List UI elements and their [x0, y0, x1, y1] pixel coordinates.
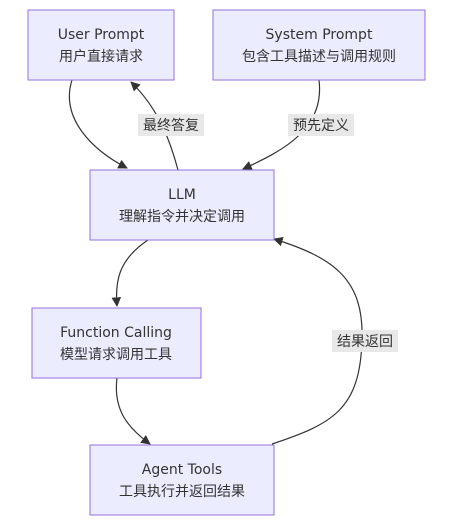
node-function-calling-title: Function Calling: [60, 325, 172, 341]
edge-user-to-llm: [68, 79, 128, 169]
edge-label-final-answer-text: 最终答复: [143, 117, 199, 134]
node-llm-title: LLM: [168, 187, 196, 203]
node-system-prompt-subtitle: 包含工具描述与调用规则: [242, 49, 396, 65]
edge-label-return-result-text: 结果返回: [337, 334, 393, 350]
node-function-calling: Function Calling 模型请求调用工具: [31, 307, 202, 379]
node-user-prompt-title: User Prompt: [58, 27, 145, 43]
node-function-calling-subtitle: 模型请求调用工具: [60, 347, 172, 363]
node-user-prompt-subtitle: 用户直接请求: [59, 48, 143, 65]
node-agent-tools-title: Agent Tools: [142, 462, 222, 478]
edge-label-return-result: 结果返回: [332, 330, 398, 352]
node-user-prompt: User Prompt 用户直接请求: [27, 9, 175, 81]
node-agent-tools: Agent Tools 工具执行并返回结果: [89, 444, 275, 516]
flowchart: 最终答复 预先定义 结果返回 User Prompt 用户直接请求 System…: [27, 9, 426, 516]
edge-function-to-tools: [115, 377, 151, 445]
node-agent-tools-subtitle: 工具执行并返回结果: [119, 484, 245, 500]
node-llm-subtitle: 理解指令并决定调用: [119, 209, 245, 225]
edge-label-predefine: 预先定义: [288, 114, 354, 136]
edge-label-final-answer: 最终答复: [138, 114, 204, 136]
edge-llm-to-function: [111, 239, 149, 307]
node-system-prompt-title: System Prompt: [266, 27, 373, 43]
edge-label-predefine-text: 预先定义: [293, 118, 349, 134]
node-llm: LLM 理解指令并决定调用: [89, 169, 275, 241]
node-system-prompt: System Prompt 包含工具描述与调用规则: [212, 9, 426, 81]
